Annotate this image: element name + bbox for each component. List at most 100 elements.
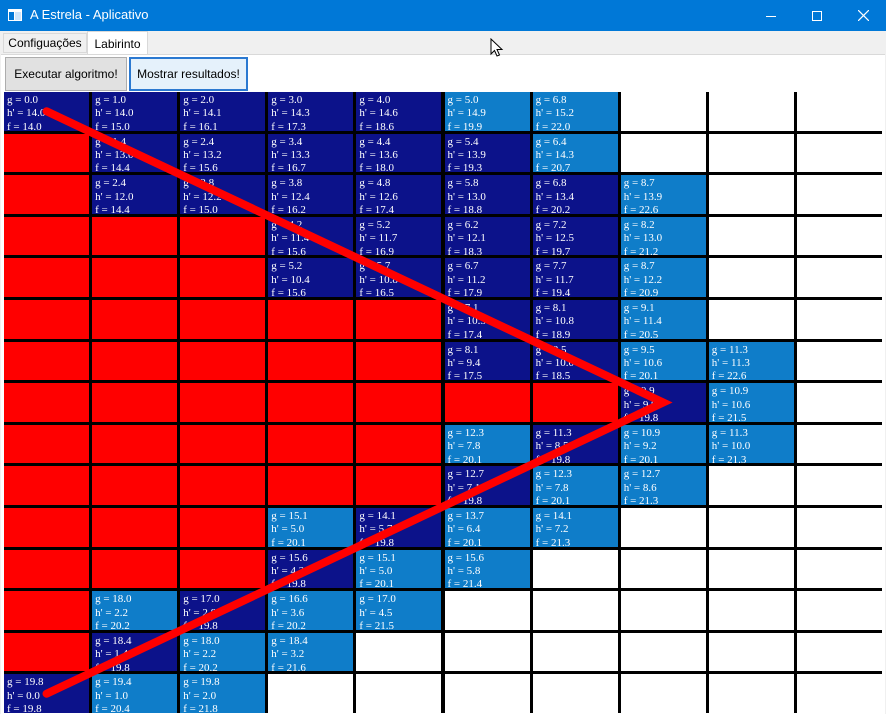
empty-cell[interactable] (532, 591, 618, 630)
open-cell[interactable]: g = 15.6 h' = 5.8 f = 21.4 (444, 549, 530, 589)
empty-cell[interactable] (620, 674, 706, 713)
empty-cell[interactable] (620, 508, 706, 547)
wall-cell[interactable] (180, 216, 266, 256)
open-cell[interactable]: g = 15.1 h' = 5.0 f = 20.1 (268, 508, 354, 547)
empty-cell[interactable] (444, 632, 530, 672)
run-algorithm-button[interactable]: Executar algoritmo! (5, 57, 127, 91)
empty-cell[interactable] (796, 591, 882, 630)
maximize-button[interactable] (794, 0, 840, 31)
empty-cell[interactable] (356, 632, 442, 672)
empty-cell[interactable] (796, 632, 882, 672)
wall-cell[interactable] (444, 383, 530, 422)
closed-cell[interactable]: g = 0.0 h' = 14.0 f = 14.0 (4, 92, 90, 131)
wall-cell[interactable] (356, 383, 442, 422)
closed-cell[interactable]: g = 2.4 h' = 12.0 f = 14.4 (92, 175, 178, 214)
closed-cell[interactable]: g = 17.0 h' = 2.8 f = 19.8 (180, 591, 266, 630)
empty-cell[interactable] (708, 549, 794, 589)
wall-cell[interactable] (92, 258, 178, 297)
open-cell[interactable]: g = 8.7 h' = 13.9 f = 22.6 (620, 175, 706, 214)
close-button[interactable] (840, 0, 886, 31)
open-cell[interactable]: g = 6.8 h' = 15.2 f = 22.0 (532, 92, 618, 131)
empty-cell[interactable] (708, 300, 794, 339)
wall-cell[interactable] (92, 466, 178, 505)
closed-cell[interactable]: g = 19.8 h' = 0.0 f = 19.8 (4, 674, 90, 713)
open-cell[interactable]: g = 8.7 h' = 12.2 f = 20.9 (620, 258, 706, 297)
wall-cell[interactable] (268, 424, 354, 464)
empty-cell[interactable] (708, 632, 794, 672)
closed-cell[interactable]: g = 4.4 h' = 13.6 f = 18.0 (356, 133, 442, 173)
wall-cell[interactable] (4, 175, 90, 214)
wall-cell[interactable] (4, 632, 90, 672)
closed-cell[interactable]: g = 3.8 h' = 12.4 f = 16.2 (268, 175, 354, 214)
closed-cell[interactable]: g = 12.7 h' = 7.1 f = 19.8 (444, 466, 530, 505)
closed-cell[interactable]: g = 5.7 h' = 10.8 f = 16.5 (356, 258, 442, 297)
closed-cell[interactable]: g = 2.8 h' = 12.2 f = 15.0 (180, 175, 266, 214)
wall-cell[interactable] (4, 300, 90, 339)
empty-cell[interactable] (708, 466, 794, 505)
open-cell[interactable]: g = 12.3 h' = 7.8 f = 20.1 (532, 466, 618, 505)
empty-cell[interactable] (356, 674, 442, 713)
wall-cell[interactable] (180, 383, 266, 422)
open-cell[interactable]: g = 18.0 h' = 2.2 f = 20.2 (92, 591, 178, 630)
open-cell[interactable]: g = 9.1 h' = 11.4 f = 20.5 (620, 300, 706, 339)
wall-cell[interactable] (4, 258, 90, 297)
open-cell[interactable]: g = 15.1 h' = 5.0 f = 20.1 (356, 549, 442, 589)
closed-cell[interactable]: g = 5.2 h' = 11.7 f = 16.9 (356, 216, 442, 256)
open-cell[interactable]: g = 12.7 h' = 8.6 f = 21.3 (620, 466, 706, 505)
closed-cell[interactable]: g = 6.7 h' = 11.2 f = 17.9 (444, 258, 530, 297)
show-results-button[interactable]: Mostrar resultados! (129, 57, 248, 91)
empty-cell[interactable] (796, 674, 882, 713)
closed-cell[interactable]: g = 7.7 h' = 11.7 f = 19.4 (532, 258, 618, 297)
empty-cell[interactable] (620, 92, 706, 131)
closed-cell[interactable]: g = 4.8 h' = 12.6 f = 17.4 (356, 175, 442, 214)
empty-cell[interactable] (796, 341, 882, 381)
wall-cell[interactable] (92, 216, 178, 256)
empty-cell[interactable] (796, 133, 882, 173)
wall-cell[interactable] (4, 133, 90, 173)
wall-cell[interactable] (4, 508, 90, 547)
wall-cell[interactable] (4, 591, 90, 630)
closed-cell[interactable]: g = 5.8 h' = 13.0 f = 18.8 (444, 175, 530, 214)
closed-cell[interactable]: g = 5.2 h' = 10.4 f = 15.6 (268, 258, 354, 297)
empty-cell[interactable] (708, 133, 794, 173)
closed-cell[interactable]: g = 2.4 h' = 13.2 f = 15.6 (180, 133, 266, 173)
open-cell[interactable]: g = 13.7 h' = 6.4 f = 20.1 (444, 508, 530, 547)
empty-cell[interactable] (708, 258, 794, 297)
empty-cell[interactable] (708, 216, 794, 256)
empty-cell[interactable] (796, 300, 882, 339)
empty-cell[interactable] (708, 92, 794, 131)
empty-cell[interactable] (532, 674, 618, 713)
empty-cell[interactable] (796, 424, 882, 464)
closed-cell[interactable]: g = 18.4 h' = 1.4 f = 19.8 (92, 632, 178, 672)
closed-cell[interactable]: g = 3.4 h' = 13.3 f = 16.7 (268, 133, 354, 173)
wall-cell[interactable] (92, 383, 178, 422)
wall-cell[interactable] (92, 300, 178, 339)
wall-cell[interactable] (180, 549, 266, 589)
wall-cell[interactable] (268, 466, 354, 505)
closed-cell[interactable]: g = 1.4 h' = 13.0 f = 14.4 (92, 133, 178, 173)
minimize-button[interactable] (748, 0, 794, 31)
empty-cell[interactable] (620, 632, 706, 672)
empty-cell[interactable] (796, 92, 882, 131)
wall-cell[interactable] (92, 424, 178, 464)
tab-configuacoes[interactable]: Configuações (3, 33, 87, 53)
wall-cell[interactable] (180, 466, 266, 505)
empty-cell[interactable] (444, 591, 530, 630)
closed-cell[interactable]: g = 6.2 h' = 12.1 f = 18.3 (444, 216, 530, 256)
open-cell[interactable]: g = 9.5 h' = 10.6 f = 20.1 (620, 341, 706, 381)
wall-cell[interactable] (268, 300, 354, 339)
empty-cell[interactable] (796, 258, 882, 297)
closed-cell[interactable]: g = 2.0 h' = 14.1 f = 16.1 (180, 92, 266, 131)
empty-cell[interactable] (796, 216, 882, 256)
open-cell[interactable]: g = 5.0 h' = 14.9 f = 19.9 (444, 92, 530, 131)
closed-cell[interactable]: g = 11.3 h' = 8.5 f = 19.8 (532, 424, 618, 464)
empty-cell[interactable] (708, 175, 794, 214)
closed-cell[interactable]: g = 8.1 h' = 10.8 f = 18.9 (532, 300, 618, 339)
wall-cell[interactable] (180, 341, 266, 381)
open-cell[interactable]: g = 18.4 h' = 3.2 f = 21.6 (268, 632, 354, 672)
closed-cell[interactable]: g = 6.8 h' = 13.4 f = 20.2 (532, 175, 618, 214)
open-cell[interactable]: g = 18.0 h' = 2.2 f = 20.2 (180, 632, 266, 672)
wall-cell[interactable] (4, 216, 90, 256)
open-cell[interactable]: g = 6.4 h' = 14.3 f = 20.7 (532, 133, 618, 173)
empty-cell[interactable] (444, 674, 530, 713)
